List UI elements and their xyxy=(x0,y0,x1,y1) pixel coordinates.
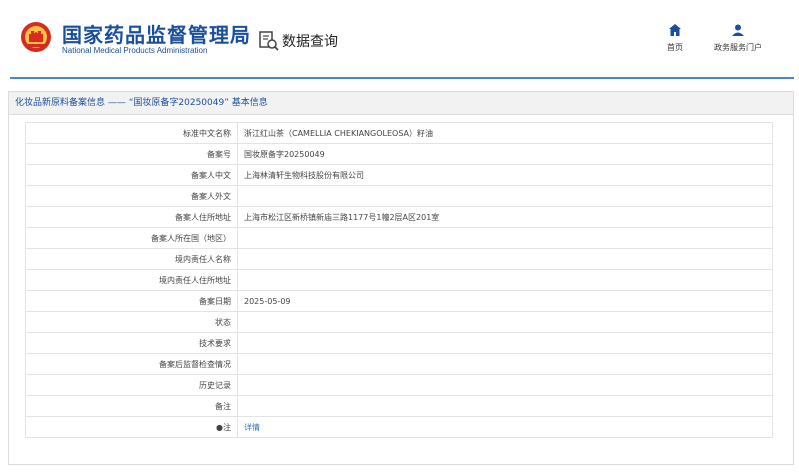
table-row: 备案人中文 上海林清轩生物科技股份有限公司 xyxy=(25,164,773,186)
field-label: 备案后监督检查情况 xyxy=(25,353,238,375)
field-value xyxy=(237,269,773,291)
table-row: 备注 xyxy=(25,395,773,417)
field-value xyxy=(237,311,773,333)
field-label: 备案人住所地址 xyxy=(25,206,238,228)
field-label: 状态 xyxy=(25,311,238,333)
field-label: 备案号 xyxy=(25,143,238,165)
field-value xyxy=(237,227,773,249)
field-label: 备案人中文 xyxy=(25,164,238,186)
table-row: 备案人住所地址 上海市松江区新桥镇新庙三路1177号1幢2层A区201室 xyxy=(25,206,773,228)
field-label: 备案人外文 xyxy=(25,185,238,207)
nav-home-label: 首页 xyxy=(667,43,683,52)
nav-home[interactable]: 首页 xyxy=(663,24,687,53)
table-row: 备案号 国妆原备字20250049 xyxy=(25,143,773,165)
table-row: 备案人所在国（地区） xyxy=(25,227,773,249)
field-label: 技术要求 xyxy=(25,332,238,354)
field-value xyxy=(237,185,773,207)
field-value xyxy=(237,395,773,417)
agency-name-en: National Medical Products Administration xyxy=(62,46,208,55)
table-row: 备案日期 2025-05-09 xyxy=(25,290,773,312)
agency-name-cn[interactable]: 国家药品监督管理局 xyxy=(62,19,251,48)
home-icon xyxy=(669,24,681,36)
field-value xyxy=(237,332,773,354)
field-label: 备案日期 xyxy=(25,290,238,312)
field-value: 国妆原备字20250049 xyxy=(237,143,773,165)
document-search-icon xyxy=(259,31,279,51)
site-header: 国家药品监督管理局 National Medical Products Admi… xyxy=(0,0,799,79)
header-divider xyxy=(10,77,794,79)
table-row: 状态 xyxy=(25,311,773,333)
field-label: 境内责任人住所地址 xyxy=(25,269,238,291)
table-row: ●注 详情 xyxy=(25,416,773,438)
user-icon xyxy=(732,24,744,36)
record-panel: 化妆品新原料备案信息 —— “国妆原备字20250049” 基本信息 标准中文名… xyxy=(8,91,794,465)
table-row: 备案后监督检查情况 xyxy=(25,353,773,375)
table-row: 标准中文名称 浙江红山茶（CAMELLIA CHEKIANGOLEOSA）籽油 xyxy=(25,122,773,144)
field-label: 境内责任人名称 xyxy=(25,248,238,270)
field-label: 历史记录 xyxy=(25,374,238,396)
details-link[interactable]: 详情 xyxy=(237,416,773,438)
record-table: 标准中文名称 浙江红山茶（CAMELLIA CHEKIANGOLEOSA）籽油 备案… xyxy=(25,122,773,438)
field-value: 浙江红山茶（CAMELLIA CHEKIANGOLEOSA）籽油 xyxy=(237,122,773,144)
table-row: 历史记录 xyxy=(25,374,773,396)
data-query-label: 数据查询 xyxy=(282,34,338,50)
field-label: 标准中文名称 xyxy=(25,122,238,144)
field-value: 上海林清轩生物科技股份有限公司 xyxy=(237,164,773,186)
field-label: 备注 xyxy=(25,395,238,417)
nav-portal-label: 政务服务门户 xyxy=(714,43,762,52)
table-row: 境内责任人名称 xyxy=(25,248,773,270)
table-row: 备案人外文 xyxy=(25,185,773,207)
national-emblem-icon xyxy=(21,22,51,52)
table-row: 技术要求 xyxy=(25,332,773,354)
field-value xyxy=(237,374,773,396)
field-value xyxy=(237,353,773,375)
panel-title: 化妆品新原料备案信息 —— “国妆原备字20250049” 基本信息 xyxy=(9,92,793,115)
field-value xyxy=(237,248,773,270)
field-value: 2025-05-09 xyxy=(237,290,773,312)
field-value: 上海市松江区新桥镇新庙三路1177号1幢2层A区201室 xyxy=(237,206,773,228)
data-query-title[interactable]: 数据查询 xyxy=(258,30,338,52)
nav-service-portal[interactable]: 政务服务门户 xyxy=(708,24,768,53)
field-label: 备案人所在国（地区） xyxy=(25,227,238,249)
field-label: ●注 xyxy=(25,416,238,438)
table-row: 境内责任人住所地址 xyxy=(25,269,773,291)
